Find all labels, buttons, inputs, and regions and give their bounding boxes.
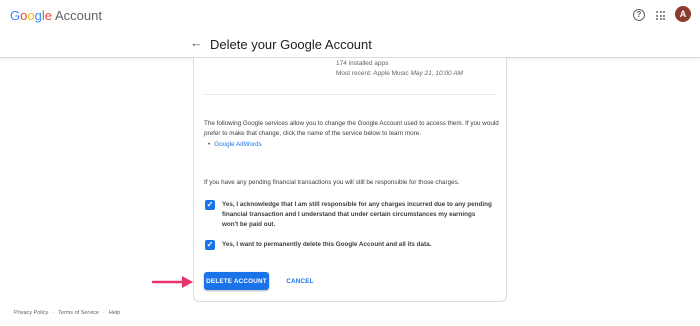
- confirm-delete-checkbox[interactable]: ✓: [205, 240, 215, 250]
- google-adwords-link[interactable]: Google AdWords: [214, 141, 262, 148]
- financial-notice: If you have any pending financial transa…: [204, 179, 460, 186]
- avatar[interactable]: A: [675, 6, 691, 22]
- privacy-policy-link[interactable]: Privacy Policy: [14, 310, 48, 316]
- divider: [203, 94, 497, 95]
- google-wordmark: Google: [10, 8, 52, 23]
- installed-apps-count: 174 installed apps: [336, 60, 389, 67]
- delete-account-button[interactable]: DELETE ACCOUNT: [204, 272, 269, 290]
- page-title: Delete your Google Account: [210, 37, 372, 52]
- top-bar: Google Account ? A: [0, 0, 700, 31]
- account-wordmark: Account: [54, 8, 102, 23]
- annotation-arrow-icon: [152, 276, 193, 288]
- footer: Privacy Policy · Terms of Service · Help: [14, 310, 121, 316]
- confirm-delete-label[interactable]: Yes, I want to permanently delete this G…: [222, 240, 492, 250]
- cancel-button[interactable]: CANCEL: [280, 272, 320, 290]
- apps-info: 174 installed apps Most recent: Apple Mu…: [336, 59, 463, 79]
- page-header: ← Delete your Google Account: [0, 31, 700, 58]
- most-recent-date: May 21, 10:00 AM: [410, 70, 463, 77]
- arrow-back-icon[interactable]: ←: [190, 35, 203, 51]
- help-icon[interactable]: ?: [633, 9, 645, 21]
- acknowledge-checkbox[interactable]: ✓: [205, 200, 215, 210]
- services-description: The following Google services allow you …: [204, 120, 499, 137]
- google-account-logo[interactable]: Google Account: [10, 8, 102, 23]
- most-recent-app: Most recent: Apple Music May 21, 10:00 A…: [336, 70, 463, 77]
- acknowledge-label[interactable]: Yes, I acknowledge that I am still respo…: [222, 200, 492, 230]
- help-link[interactable]: Help: [109, 310, 120, 316]
- delete-account-card: 174 installed apps Most recent: Apple Mu…: [193, 58, 507, 302]
- service-list-item: • Google AdWords: [208, 141, 262, 148]
- apps-grid-icon[interactable]: [656, 11, 665, 20]
- terms-of-service-link[interactable]: Terms of Service: [58, 310, 99, 316]
